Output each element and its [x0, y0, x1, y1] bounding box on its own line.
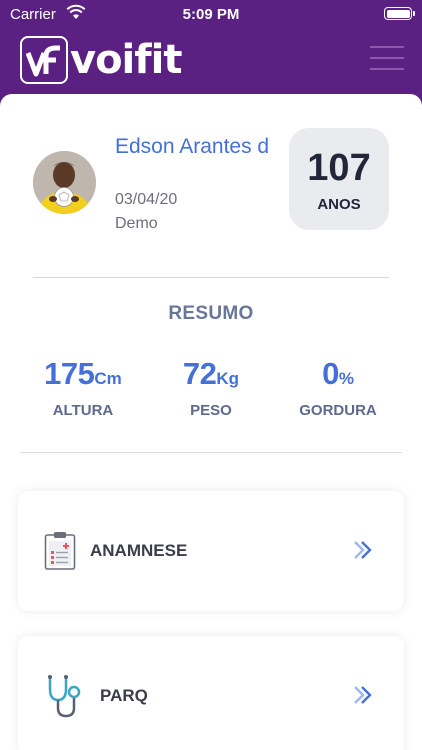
profile-birth-date: 03/04/20	[115, 191, 178, 208]
stat-weight-value: 72	[182, 356, 217, 391]
menu-card-label: PARQ	[100, 686, 148, 705]
double-chevron-right-icon	[354, 686, 372, 704]
hamburger-menu-button[interactable]	[370, 46, 404, 72]
main-content: Edson Arantes d 03/04/20 Demo 107 ANOS R…	[0, 94, 422, 750]
stat-height-value: 175	[44, 356, 95, 391]
double-chevron-right-icon	[354, 541, 372, 559]
menu-card-parq[interactable]: PARQ	[18, 636, 404, 750]
stat-body-fat: 0% GORDURA	[268, 356, 408, 419]
menu-line	[370, 57, 404, 59]
stat-height: 175Cm ALTURA	[13, 356, 153, 419]
stat-weight-unit: Kg	[216, 369, 240, 388]
clipboard-icon	[44, 532, 76, 570]
stethoscope-icon	[48, 675, 81, 718]
profile-plan: Demo	[115, 215, 158, 232]
age-unit: ANOS	[317, 196, 361, 213]
stat-height-unit: Cm	[94, 369, 122, 388]
age-box: 107 ANOS	[289, 128, 389, 230]
clock-time: 5:09 PM	[182, 6, 240, 23]
stat-weight: 72Kg PESO	[141, 356, 281, 419]
stat-height-label: ALTURA	[52, 402, 114, 419]
logo-badge-icon	[20, 36, 68, 84]
stat-weight-label: PESO	[190, 402, 232, 419]
profile-name: Edson Arantes d	[115, 135, 270, 158]
status-bar: Carrier 5:09 PM	[0, 0, 422, 30]
divider	[20, 452, 402, 453]
divider	[33, 277, 389, 278]
stat-body-fat-label: GORDURA	[299, 402, 377, 419]
menu-line	[370, 68, 404, 70]
logo-text: voifit	[70, 37, 182, 83]
stat-body-fat-value: 0	[322, 356, 339, 391]
app-logo: voifit	[20, 36, 182, 84]
age-value: 107	[307, 147, 371, 189]
menu-card-anamnese[interactable]: ANAMNESE	[18, 491, 404, 611]
app-header: voifit	[0, 30, 422, 94]
summary-title: RESUMO	[168, 303, 254, 324]
profile-avatar[interactable]	[33, 151, 96, 214]
menu-card-label: ANAMNESE	[90, 541, 188, 560]
menu-line	[370, 46, 404, 48]
battery-icon	[384, 7, 415, 20]
stat-body-fat-unit: %	[338, 369, 354, 388]
